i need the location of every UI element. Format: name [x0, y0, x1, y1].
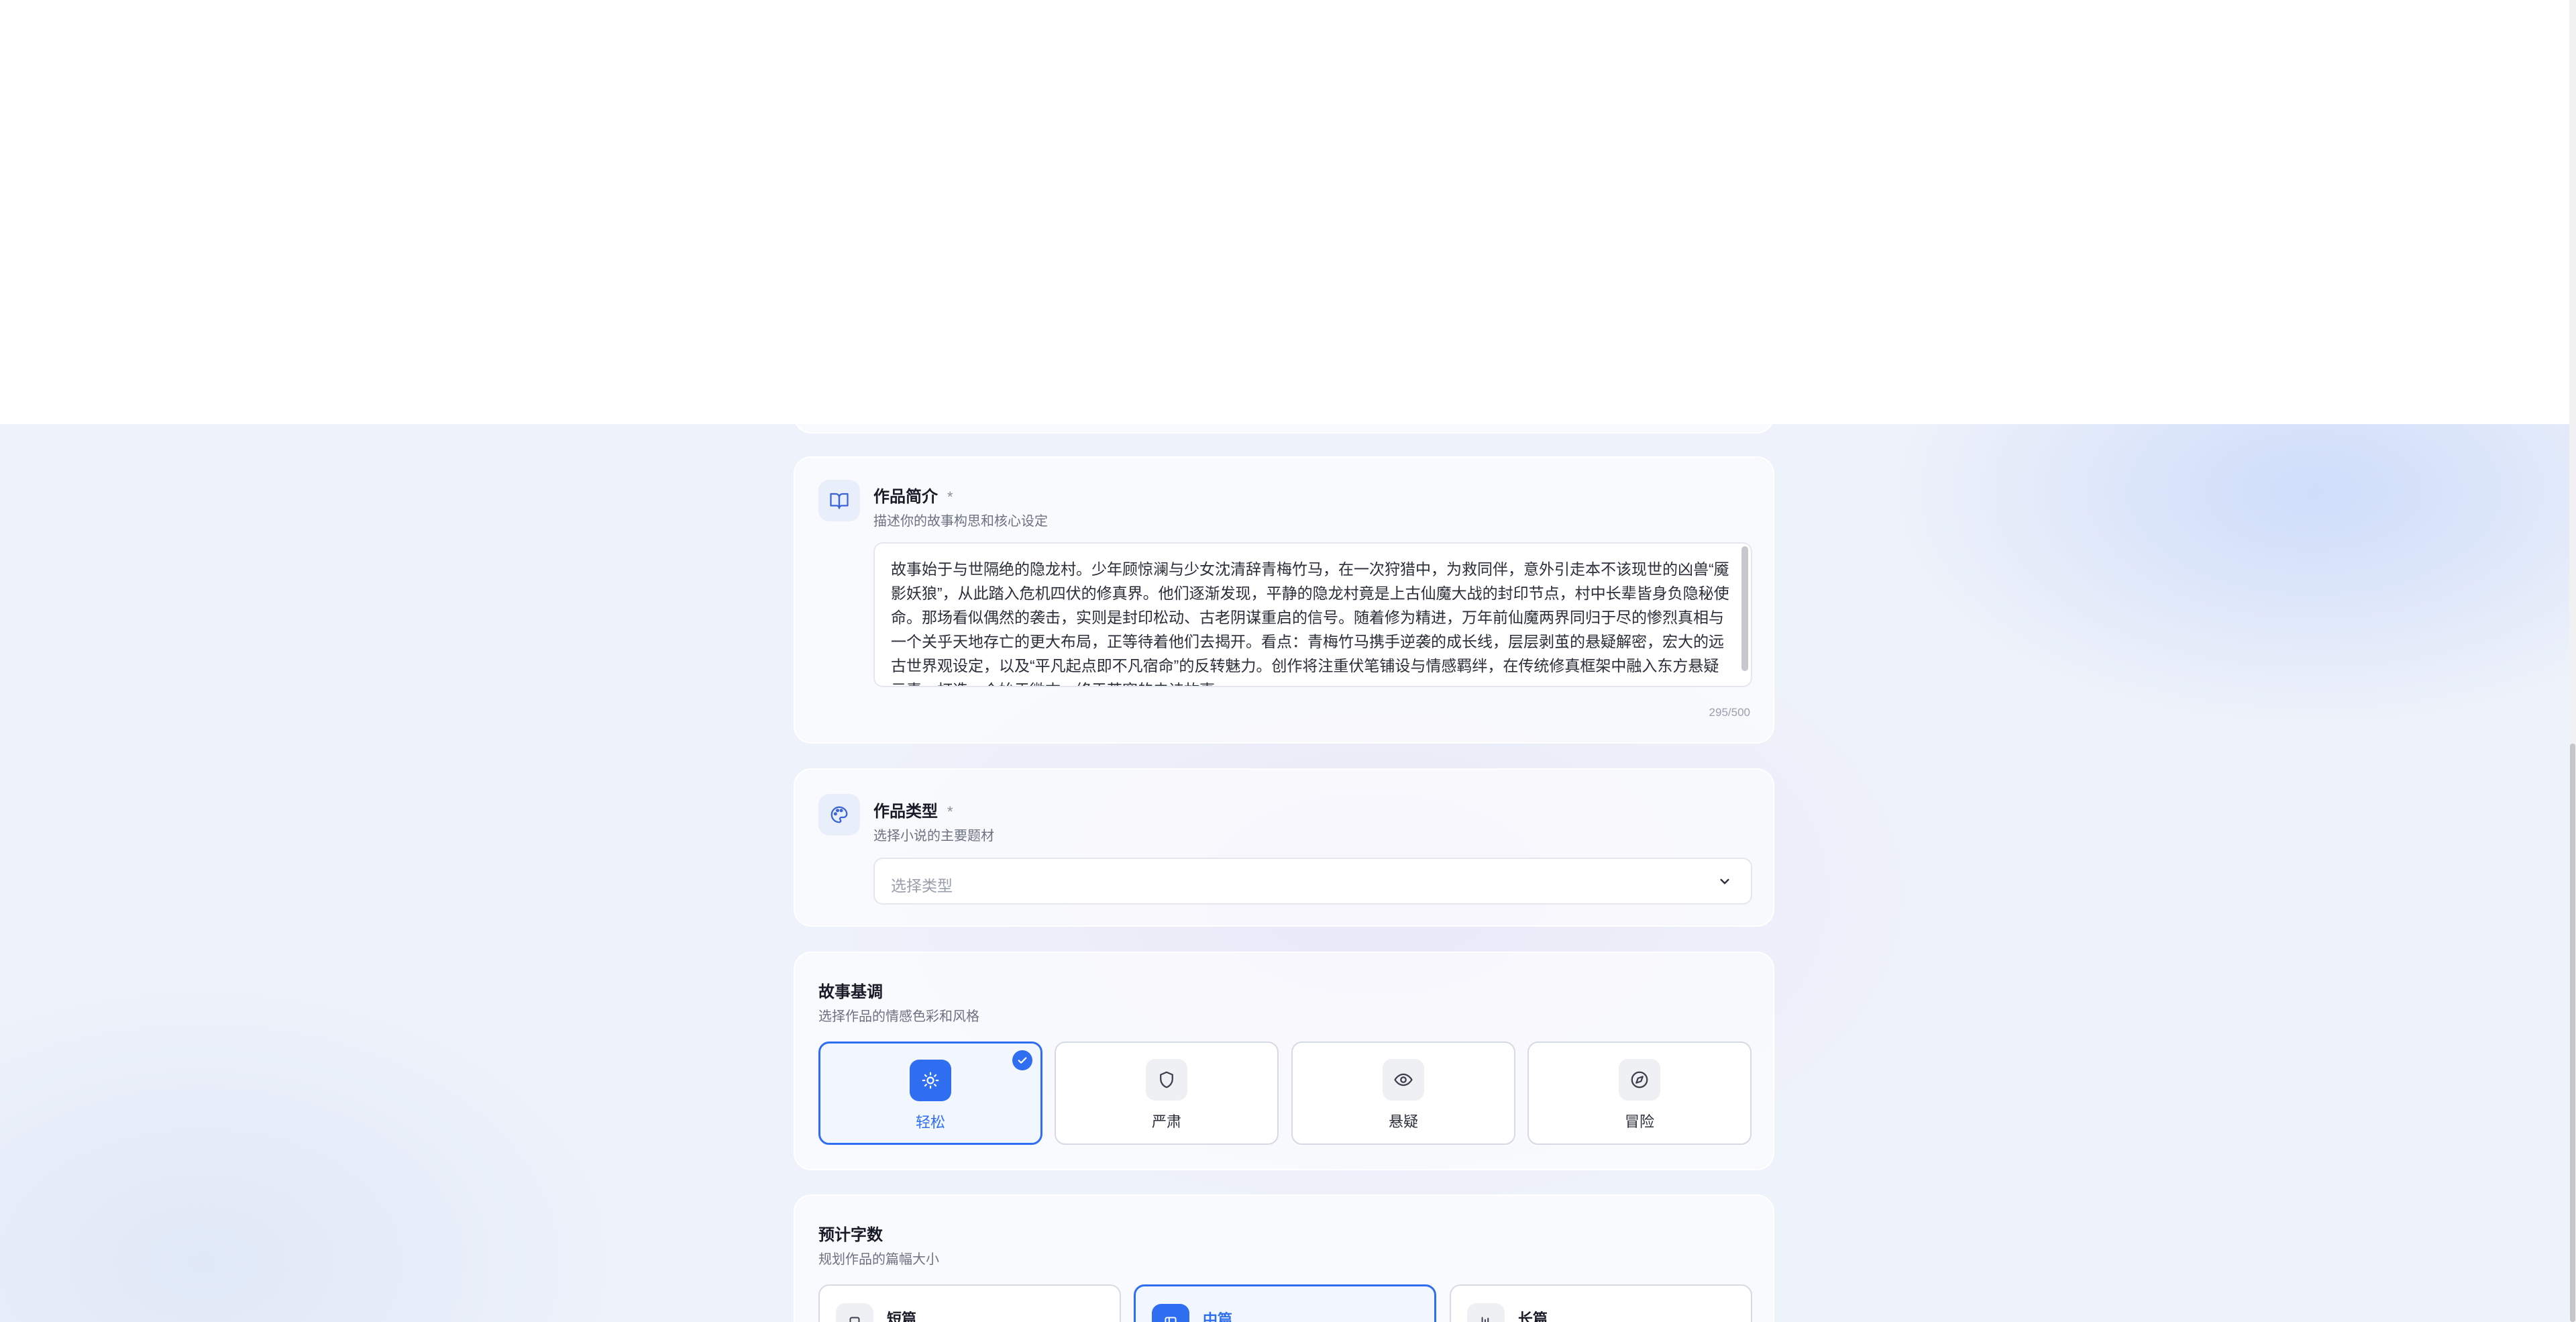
type-title: 作品类型 * [873, 803, 953, 821]
type-card: 作品类型 * 选择小说的主要题材 选择类型 [794, 768, 1774, 927]
tone-option-serious[interactable]: 严肃 [1055, 1041, 1279, 1145]
square-icon [836, 1303, 873, 1322]
words-description: 规划作品的篇幅大小 [818, 1252, 939, 1267]
words-option-medium[interactable]: 中篇 [1134, 1284, 1436, 1322]
type-select-placeholder: 选择类型 [891, 877, 953, 895]
page-scrollbar-thumb[interactable] [2570, 744, 2575, 1322]
words-card: 预计字数 规划作品的篇幅大小 短篇 中篇 长篇 [794, 1194, 1774, 1322]
type-description: 选择小说的主要题材 [873, 829, 994, 844]
tone-description: 选择作品的情感色彩和风格 [818, 1009, 979, 1024]
library-icon [1467, 1303, 1505, 1322]
type-select[interactable]: 选择类型 [873, 858, 1752, 905]
eye-icon [1383, 1059, 1424, 1101]
words-option-long[interactable]: 长篇 [1450, 1284, 1752, 1322]
book-icon [1152, 1304, 1189, 1322]
tone-title: 故事基调 [818, 983, 883, 1001]
words-option-label: 中篇 [1203, 1311, 1233, 1322]
textarea-scrollbar[interactable] [1741, 546, 1748, 671]
intro-text[interactable]: 故事始于与世隔绝的隐龙村。少年顾惊澜与少女沈清辞青梅竹马，在一次狩猎中，为救同伴… [891, 557, 1733, 686]
intro-textarea[interactable]: 故事始于与世隔绝的隐龙村。少年顾惊澜与少女沈清辞青梅竹马，在一次狩猎中，为救同伴… [873, 542, 1752, 687]
top-blank-area [0, 0, 2569, 424]
tone-option-relaxed[interactable]: 轻松 [818, 1041, 1042, 1145]
words-option-label: 短篇 [887, 1311, 917, 1322]
palette-icon [818, 794, 860, 835]
previous-card [794, 376, 1774, 434]
tone-option-adventure[interactable]: 冒险 [1527, 1041, 1752, 1145]
intro-description: 描述你的故事构思和核心设定 [873, 514, 1048, 529]
shield-icon [1146, 1059, 1187, 1101]
book-open-icon [818, 480, 860, 521]
char-counter: 295/500 [1709, 706, 1750, 719]
sun-icon [910, 1060, 951, 1101]
intro-card: 作品简介 * 描述你的故事构思和核心设定 故事始于与世隔绝的隐龙村。少年顾惊澜与少… [794, 456, 1774, 744]
tone-card: 故事基调 选择作品的情感色彩和风格 轻松 严肃 悬疑 冒险 [794, 952, 1774, 1170]
tone-option-label: 严肃 [1151, 1113, 1181, 1130]
tone-option-label: 冒险 [1624, 1113, 1654, 1130]
intro-title: 作品简介 * [873, 488, 953, 506]
compass-icon [1619, 1059, 1660, 1101]
tone-option-label: 悬疑 [1388, 1113, 1418, 1130]
tone-option-suspense[interactable]: 悬疑 [1291, 1041, 1515, 1145]
check-icon [1012, 1050, 1032, 1070]
words-option-short[interactable]: 短篇 [818, 1284, 1121, 1322]
words-title: 预计字数 [818, 1226, 883, 1244]
tone-option-label: 轻松 [915, 1114, 945, 1131]
chevron-down-icon [1720, 878, 1729, 884]
words-option-label: 长篇 [1518, 1311, 1548, 1322]
